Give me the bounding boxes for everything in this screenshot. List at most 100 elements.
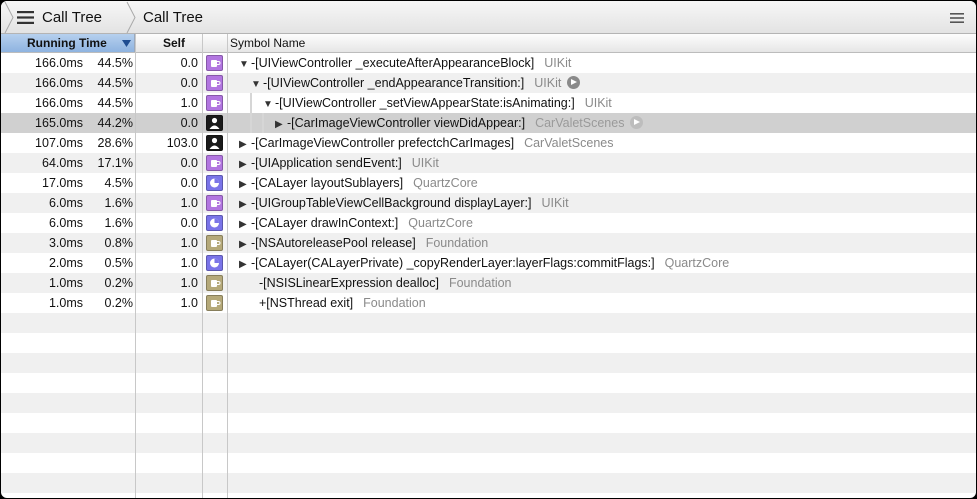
go-arrow-icon[interactable] — [630, 116, 644, 129]
foundation-icon — [206, 275, 223, 291]
symbol-name-header[interactable]: Symbol Name — [230, 34, 305, 52]
disclosure-collapsed-icon[interactable]: ▶ — [239, 235, 251, 255]
table-row[interactable]: 3.0ms 0.8% 1.0 ▶ -[NSAutoreleasePool release… — [1, 233, 976, 253]
empty-row — [1, 493, 976, 498]
symbol-name: -[UIGroupTableViewCellBackground display… — [251, 196, 532, 210]
self-weight: 0.0 — [180, 76, 198, 90]
symbol-name-cell: ▶ -[CarImageViewController prefectchCarIm… — [229, 133, 613, 153]
self-weight: 1.0 — [180, 256, 198, 270]
running-time-percent: 44.5% — [97, 56, 133, 70]
indent-guide — [250, 93, 252, 113]
symbol-name-cell: ▼ -[UIViewController _executeAfterAppeara… — [229, 53, 571, 73]
running-time-percent: 0.8% — [104, 236, 134, 250]
app-framework-icon — [206, 155, 223, 171]
disclosure-collapsed-icon[interactable]: ▶ — [275, 115, 287, 135]
table-row[interactable]: 166.0ms 44.5% 0.0 ▼ -[UIViewController _endA… — [1, 73, 976, 93]
library-name: CarValetScenes — [524, 136, 614, 150]
table-row[interactable]: 1.0ms 0.2% 1.0 +[NSThread exit] Foundation — [1, 293, 976, 313]
self-weight: 0.0 — [180, 56, 198, 70]
indent-guide — [262, 113, 264, 133]
person-glyph-icon — [209, 137, 220, 149]
symbol-name-cell: ▶ -[CALayer drawInContext:] QuartzCore — [229, 213, 473, 233]
running-time-percent: 44.2% — [97, 116, 133, 130]
disclosure-collapsed-icon[interactable]: ▶ — [239, 135, 251, 155]
table-row[interactable]: 166.0ms 44.5% 0.0 ▼ -[UIViewController _exec… — [1, 53, 976, 73]
table-row[interactable]: 6.0ms 1.6% 0.0 ▶ -[CALayer drawInContext:] Qu… — [1, 213, 976, 233]
self-header[interactable]: Self — [163, 34, 185, 52]
symbol-name-cell: ▼ -[UIViewController _endAppearanceTransi… — [229, 73, 581, 95]
app-framework-icon — [206, 195, 223, 211]
chevron-right-icon — [4, 1, 14, 34]
column-header: Running Time Self Symbol Name — [1, 34, 976, 53]
column-divider — [202, 34, 203, 498]
cup-glyph-icon — [211, 60, 221, 67]
running-time-percent: 1.6% — [104, 216, 134, 230]
self-weight: 1.0 — [180, 196, 198, 210]
empty-row — [1, 353, 976, 373]
table-row[interactable]: 107.0ms 28.6% 103.0 ▶ -[CarImageViewControll… — [1, 133, 976, 153]
table-row[interactable]: 17.0ms 4.5% 0.0 ▶ -[CALayer layoutSublayers]… — [1, 173, 976, 193]
foundation-icon — [206, 295, 223, 311]
table-row[interactable]: 6.0ms 1.6% 1.0 ▶ -[UIGroupTableViewCellBackg… — [1, 193, 976, 213]
table-row[interactable]: 165.0ms 44.2% 0.0 ▶ -[CarImageViewController… — [1, 113, 976, 133]
library-name: Foundation — [363, 296, 426, 310]
breadcrumb-call-tree[interactable]: Call Tree — [143, 1, 203, 34]
disclosure-collapsed-icon[interactable]: ▶ — [239, 255, 251, 275]
table-row[interactable]: 166.0ms 44.5% 1.0 ▼ -[UIViewController _setV… — [1, 93, 976, 113]
self-weight: 1.0 — [180, 296, 198, 310]
disclosure-expanded-icon[interactable]: ▼ — [239, 55, 251, 75]
empty-row — [1, 333, 976, 353]
list-view-icon[interactable] — [17, 11, 34, 24]
self-weight: 0.0 — [180, 216, 198, 230]
symbol-name-cell: ▶ -[CALayer(CALayerPrivate) _copyRenderLa… — [229, 253, 729, 273]
library-name: UIKit — [534, 76, 562, 90]
person-glyph-icon — [209, 117, 220, 129]
running-time-ms: 2.0ms — [48, 256, 83, 270]
core-animation-icon — [206, 215, 223, 231]
call-tree-table: 166.0ms 44.5% 0.0 ▼ -[UIViewController _exec… — [1, 53, 976, 498]
running-time-percent: 44.5% — [97, 76, 133, 90]
self-weight: 0.0 — [180, 156, 198, 170]
symbol-name-cell: ▶ -[NSAutoreleasePool release] Foundation — [229, 233, 488, 253]
library-name: QuartzCore — [413, 176, 478, 190]
cup-glyph-icon — [211, 200, 221, 207]
cup-glyph-icon — [211, 280, 221, 287]
self-weight: 1.0 — [180, 236, 198, 250]
symbol-name: -[CarImageViewController viewDidAppear:] — [287, 116, 526, 130]
empty-row — [1, 373, 976, 393]
empty-row — [1, 433, 976, 453]
app-framework-icon — [206, 95, 223, 111]
breadcrumb-label: Call Tree — [42, 9, 103, 26]
disclosure-collapsed-icon[interactable]: ▶ — [239, 195, 251, 215]
user-code-icon — [206, 135, 223, 151]
go-arrow-icon[interactable] — [567, 76, 581, 89]
symbol-name: -[UIViewController _setViewAppearState:i… — [275, 96, 575, 110]
disclosure-collapsed-icon[interactable]: ▶ — [239, 155, 251, 175]
disclosure-collapsed-icon[interactable]: ▶ — [239, 175, 251, 195]
symbol-name: -[NSISLinearExpression dealloc] — [259, 276, 439, 290]
disclosure-expanded-icon[interactable]: ▼ — [263, 95, 275, 115]
disclosure-collapsed-icon[interactable]: ▶ — [239, 215, 251, 235]
menu-icon[interactable] — [950, 13, 964, 23]
running-time-ms: 166.0ms — [35, 76, 83, 90]
symbol-name: -[UIViewController _endAppearanceTransit… — [263, 76, 525, 90]
column-divider — [135, 34, 136, 498]
running-time-ms: 17.0ms — [42, 176, 83, 190]
disclosure-expanded-icon[interactable]: ▼ — [251, 75, 263, 95]
breadcrumb-call-tree-root[interactable]: Call Tree — [42, 1, 102, 34]
symbol-name: -[UIApplication sendEvent:] — [251, 156, 402, 170]
running-time-ms: 6.0ms — [48, 216, 83, 230]
table-row[interactable]: 64.0ms 17.1% 0.0 ▶ -[UIApplication sendEvent… — [1, 153, 976, 173]
sort-descending-icon[interactable] — [122, 40, 131, 47]
running-time-ms: 3.0ms — [48, 236, 83, 250]
symbol-name-cell: ▶ -[CarImageViewController viewDidAppear:… — [229, 113, 644, 135]
running-time-ms: 166.0ms — [35, 56, 83, 70]
user-code-icon — [206, 115, 223, 131]
table-row[interactable]: 2.0ms 0.5% 1.0 ▶ -[CALayer(CALayerPrivate) _… — [1, 253, 976, 273]
table-row[interactable]: 1.0ms 0.2% 1.0 -[NSISLinearExpression deall… — [1, 273, 976, 293]
symbol-name-cell: +[NSThread exit] Foundation — [229, 293, 426, 313]
symbol-name: +[NSThread exit] — [259, 296, 354, 310]
pie-glyph-icon — [210, 258, 219, 268]
self-weight: 1.0 — [180, 276, 198, 290]
app-framework-icon — [206, 75, 223, 91]
